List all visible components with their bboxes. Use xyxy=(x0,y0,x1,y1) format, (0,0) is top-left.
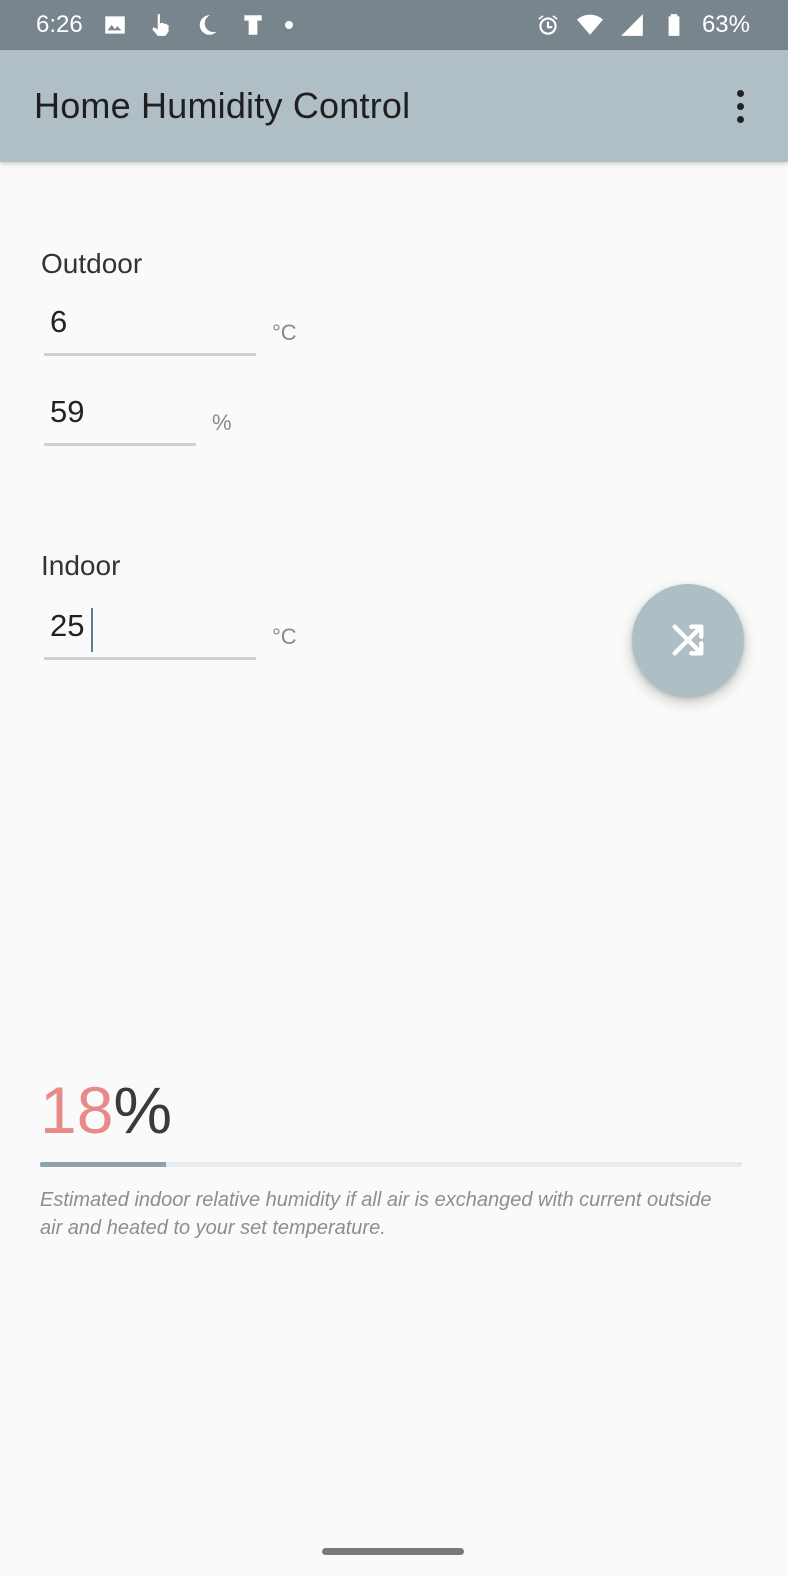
overflow-dot-icon xyxy=(736,115,744,123)
overflow-menu-button[interactable] xyxy=(722,78,758,134)
indoor-temperature-unit: °C xyxy=(272,624,297,649)
cell-signal-icon xyxy=(618,11,646,39)
app-title: Home Humidity Control xyxy=(34,85,411,126)
more-notifications-dot-icon xyxy=(284,21,293,29)
text-cursor xyxy=(91,608,93,652)
app-notification-icon xyxy=(239,11,267,39)
overflow-dot-icon xyxy=(736,102,744,110)
indoor-temperature-input[interactable] xyxy=(44,602,256,660)
shuffle-icon xyxy=(672,624,704,656)
battery-percent: 63% xyxy=(701,11,750,38)
status-bar: 6:26 63% xyxy=(0,0,788,50)
humidity-progress-fill xyxy=(40,1162,167,1167)
outdoor-label: Outdoor xyxy=(41,248,143,279)
humidity-result-value: 18 xyxy=(40,1073,114,1147)
overflow-dot-icon xyxy=(736,89,744,97)
battery-icon xyxy=(660,11,688,39)
image-icon xyxy=(101,11,129,39)
result-description: Estimated indoor relative humidity if al… xyxy=(40,1189,712,1239)
app-bar: Home Humidity Control xyxy=(0,50,788,162)
status-time: 6:26 xyxy=(36,11,83,38)
gesture-navigation-handle[interactable] xyxy=(322,1548,464,1555)
wifi-icon xyxy=(576,11,604,39)
humidity-progress-bar xyxy=(40,1162,742,1167)
do-not-disturb-moon-icon xyxy=(193,11,221,39)
outdoor-temperature-unit: °C xyxy=(272,320,297,345)
status-right: 63% xyxy=(534,11,750,39)
outdoor-temperature-input[interactable] xyxy=(44,298,256,356)
status-left: 6:26 xyxy=(36,11,293,39)
touch-icon xyxy=(147,11,175,39)
humidity-result: 18% xyxy=(40,1070,172,1150)
alarm-icon xyxy=(534,11,562,39)
humidity-result-percent-sign: % xyxy=(113,1073,173,1147)
outdoor-humidity-input[interactable] xyxy=(44,388,196,446)
indoor-label: Indoor xyxy=(41,550,121,581)
outdoor-humidity-unit: % xyxy=(212,410,232,435)
shuffle-fab-button[interactable] xyxy=(632,584,744,696)
